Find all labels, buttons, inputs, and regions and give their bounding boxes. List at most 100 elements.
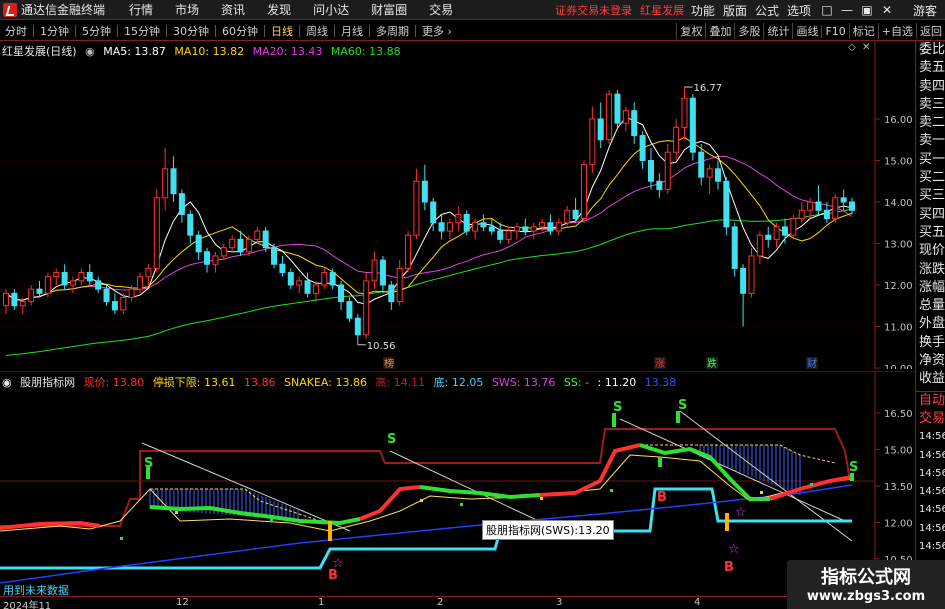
menu-market[interactable]: 市场 <box>175 1 199 18</box>
period-15min[interactable]: 15分钟 <box>122 23 162 39</box>
multi-stock-button[interactable]: 多股 <box>734 23 763 39</box>
login-warning[interactable]: 证券交易未登录 <box>555 2 632 18</box>
menu-discover[interactable]: 发现 <box>267 1 291 18</box>
event-tag[interactable]: 榜 <box>384 357 394 369</box>
indicator-settings-icon[interactable]: ◉ <box>2 376 12 389</box>
date-label: 3 <box>556 597 563 608</box>
statistics-button[interactable]: 统计 <box>763 23 792 39</box>
indicator-tick-label: 12.00 <box>884 518 913 529</box>
candle-body <box>731 226 738 269</box>
restore-window-icon[interactable]: □ <box>819 3 835 17</box>
close-window-icon[interactable]: ✕ <box>879 3 895 17</box>
side-tab[interactable]: 总量 <box>916 297 945 315</box>
candle-body <box>606 93 613 141</box>
side-tab[interactable]: 买四 <box>916 206 945 224</box>
menu-wealth-circle[interactable]: 财富圈 <box>371 1 407 18</box>
side-tab[interactable]: 涨幅 <box>916 279 945 297</box>
back-button[interactable]: 返回 <box>916 23 945 39</box>
period-more[interactable]: 更多 › <box>420 23 454 39</box>
event-tag[interactable]: 跌 <box>707 357 717 369</box>
candle-body <box>212 255 219 265</box>
menu-layout[interactable]: 版面 <box>723 2 747 19</box>
menu-ask-xiaoda[interactable]: 问小达 <box>313 1 349 18</box>
side-tab[interactable]: 收益 <box>916 370 945 388</box>
candle-body <box>53 272 60 278</box>
panel-collapse-icon[interactable]: ◇ <box>848 42 856 53</box>
period-5min[interactable]: 5分钟 <box>80 23 113 39</box>
candle-body <box>354 317 361 336</box>
side-tab[interactable]: 买二 <box>916 169 945 187</box>
maximize-window-icon[interactable]: ▣ <box>859 3 875 17</box>
guest-label[interactable]: 游客 <box>913 2 937 19</box>
side-tab[interactable]: 卖二 <box>916 114 945 132</box>
period-multi[interactable]: 多周期 <box>374 23 411 39</box>
menu-trade[interactable]: 交易 <box>429 1 453 18</box>
candle-body <box>572 209 579 220</box>
candle-body <box>723 180 730 228</box>
side-tab[interactable]: 卖三 <box>916 96 945 114</box>
add-watchlist-button[interactable]: +自选 <box>877 23 916 39</box>
indicator-name: 股朋指标网 <box>20 376 76 389</box>
side-tab[interactable]: 卖五 <box>916 59 945 77</box>
menu-formula[interactable]: 公式 <box>755 2 779 19</box>
period-1min[interactable]: 1分钟 <box>38 23 71 39</box>
candle-body <box>555 222 562 232</box>
side-tab[interactable]: 卖一 <box>916 132 945 150</box>
menu-bar: 通达信金融终端 行情 市场 资讯 发现 问小达 财富圈 交易 证券交易未登录 红… <box>0 0 945 20</box>
ind-value-3: 13.86 <box>244 376 276 389</box>
period-60min[interactable]: 60分钟 <box>220 23 260 39</box>
adjust-button[interactable]: 复权 <box>676 23 705 39</box>
mark-button[interactable]: 标记 <box>848 23 878 39</box>
draw-line-button[interactable]: 画线 <box>792 23 821 39</box>
candle-body <box>740 267 747 294</box>
menu-options[interactable]: 选项 <box>787 2 811 19</box>
signal-bar <box>658 457 662 467</box>
side-tab[interactable]: 现价 <box>916 242 945 260</box>
stock-name-link[interactable]: 红星发展 <box>640 2 684 18</box>
period-30min[interactable]: 30分钟 <box>171 23 211 39</box>
candle-body <box>95 280 102 290</box>
side-tab[interactable]: 委比 <box>916 41 945 59</box>
indicator-chart[interactable]: 16.5015.0013.5012.0010.50 SSSSSBBB☆☆☆ <box>0 371 914 595</box>
menu-quotes[interactable]: 行情 <box>129 1 153 18</box>
period-weekly[interactable]: 周线 <box>304 23 330 39</box>
legend-settings-icon[interactable]: ◉ <box>85 45 95 58</box>
side-tab[interactable]: 自动 <box>916 392 945 410</box>
side-tab[interactable]: 买一 <box>916 151 945 169</box>
side-tab[interactable]: 买三 <box>916 187 945 205</box>
price-tick-label: 11.00 <box>884 323 913 334</box>
period-intraday[interactable]: 分时 <box>3 23 29 39</box>
minimize-window-icon[interactable]: — <box>839 3 855 17</box>
side-tab[interactable]: 换手 <box>916 334 945 352</box>
panel-close-icon[interactable]: ✕ <box>862 42 870 53</box>
side-tab[interactable]: 交易 <box>916 410 945 428</box>
candle-body <box>346 301 353 319</box>
side-tab[interactable]: 净资 <box>916 352 945 370</box>
period-daily[interactable]: 日线 <box>269 23 295 39</box>
kline-chart[interactable]: 16.00 15.00 14.00 13.00 12.00 11.00 10.00 16.7… <box>0 41 914 369</box>
menu-news[interactable]: 资讯 <box>221 1 245 18</box>
ma10-value: MA10: 13.82 <box>174 45 245 58</box>
overlay-button[interactable]: 叠加 <box>705 23 734 39</box>
candle-body <box>497 230 504 240</box>
side-tab[interactable]: 外盘 <box>916 315 945 333</box>
candle-body <box>379 259 386 286</box>
candle-body <box>304 280 311 294</box>
event-tag[interactable]: 财 <box>807 357 817 369</box>
candle-body <box>396 267 403 303</box>
side-tab[interactable]: 卖四 <box>916 78 945 96</box>
candle-body <box>254 230 261 240</box>
side-tab[interactable]: 买五 <box>916 224 945 242</box>
event-tag[interactable]: 涨 <box>655 358 665 369</box>
f10-button[interactable]: F10 <box>821 24 848 38</box>
menu-functions[interactable]: 功能 <box>691 2 715 19</box>
candle-body <box>455 213 462 224</box>
period-monthly[interactable]: 月线 <box>339 23 365 39</box>
candle-body <box>472 222 479 232</box>
candle-body <box>220 247 227 257</box>
star-marker: ☆ <box>735 505 747 520</box>
hover-tooltip: 股朋指标网(SWS):13.20 <box>482 520 614 540</box>
candle-body <box>111 301 118 311</box>
side-tab[interactable]: 涨跌 <box>916 261 945 279</box>
candle-body <box>438 222 445 232</box>
